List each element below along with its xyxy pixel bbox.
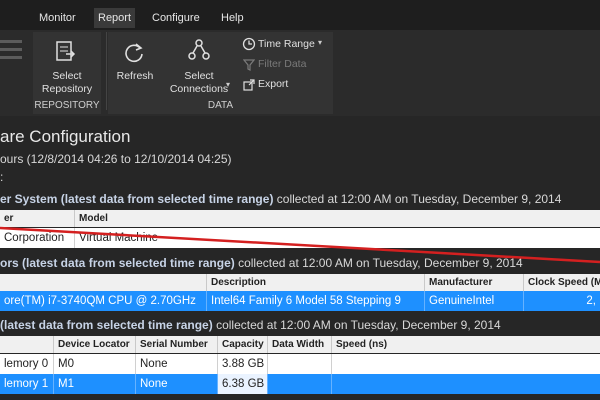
annotation-line: [0, 226, 600, 264]
